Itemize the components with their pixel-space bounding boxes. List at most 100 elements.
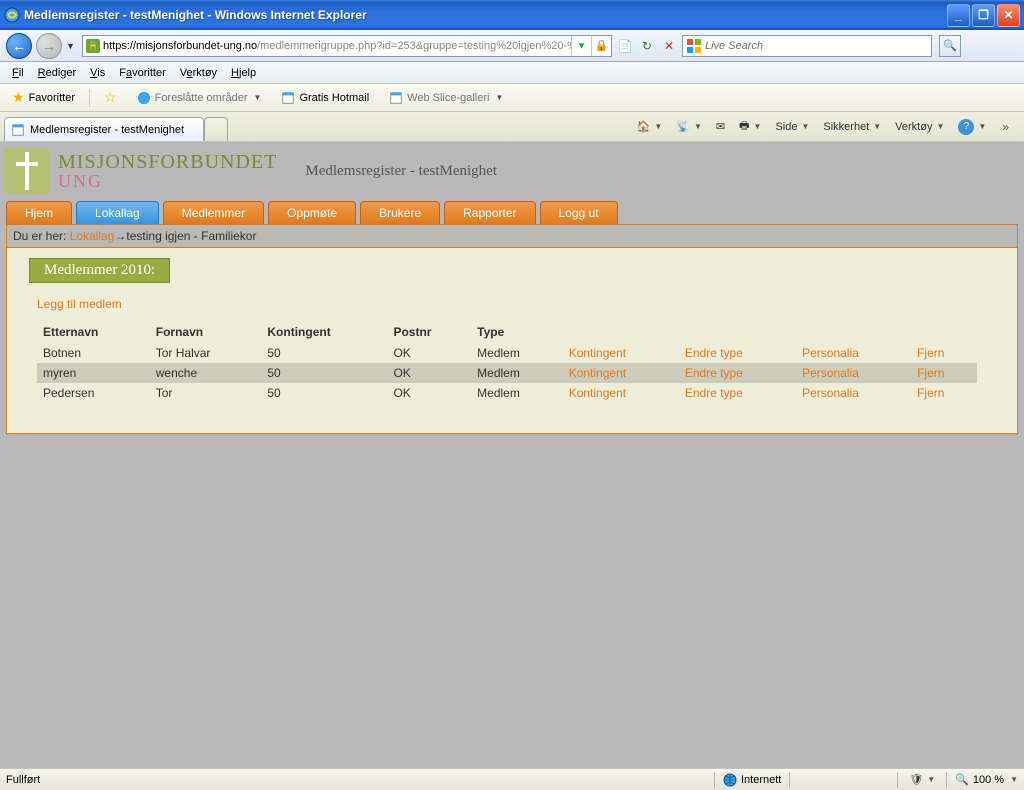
print-button[interactable]: 🖶▼ <box>736 115 764 138</box>
security-zone[interactable]: Internett <box>723 773 781 787</box>
search-go-button[interactable]: 🔍 <box>939 35 961 57</box>
webslice-label: Web Slice-galleri <box>407 92 489 104</box>
cell-etternavn: myren <box>37 363 150 383</box>
link-fjern[interactable]: Fjern <box>917 366 944 380</box>
site-header: MISJONSFORBUNDET UNG Medlemsregister - t… <box>0 142 1024 200</box>
refresh-button[interactable]: ↻ <box>638 37 656 55</box>
page-menu[interactable]: Side▼ <box>772 119 812 135</box>
minimize-button[interactable]: _ <box>947 4 970 27</box>
cell-fornavn: wenche <box>150 363 262 383</box>
page-icon <box>389 91 403 105</box>
cell-etternavn: Botnen <box>37 343 150 363</box>
page-icon <box>11 123 25 137</box>
breadcrumb-link[interactable]: Lokallag <box>70 229 115 243</box>
window-titlebar: Medlemsregister - testMenighet - Windows… <box>0 0 1024 30</box>
members-table: Etternavn Fornavn Kontingent Postnr Type… <box>37 321 977 403</box>
link-kontingent[interactable]: Kontingent <box>569 346 626 360</box>
close-button[interactable]: ✕ <box>997 4 1020 27</box>
link-personalia[interactable]: Personalia <box>802 346 859 360</box>
link-kontingent[interactable]: Kontingent <box>569 386 626 400</box>
cell-fornavn: Tor Halvar <box>150 343 262 363</box>
menu-help[interactable]: Hjelp <box>225 65 262 81</box>
safety-menu-label: Sikkerhet <box>823 121 869 133</box>
cell-postnr: OK <box>387 383 471 403</box>
addr-scheme: https://misjonsforbundet-ung.no <box>103 40 257 52</box>
feeds-button[interactable]: 📡▼ <box>673 118 705 135</box>
link-fjern[interactable]: Fjern <box>917 386 944 400</box>
menu-tools[interactable]: Verktøy <box>174 65 223 81</box>
ssl-padlock-icon[interactable]: 🔒 <box>591 36 611 56</box>
add-member-link[interactable]: Legg til medlem <box>37 297 1017 311</box>
link-endre-type[interactable]: Endre type <box>685 366 743 380</box>
link-endre-type[interactable]: Endre type <box>685 346 743 360</box>
logo-text: MISJONSFORBUNDET UNG <box>58 152 277 190</box>
zoom-control[interactable]: 🔍 100 % ▼ <box>955 773 1018 786</box>
command-bar: 🏠▼ 📡▼ ✉ 🖶▼ Side▼ Sikkerhet▼ Verktøy▼ ?▼ … <box>634 115 1020 138</box>
tools-menu[interactable]: Verktøy▼ <box>892 119 947 135</box>
page-menu-label: Side <box>775 121 797 133</box>
th-etternavn: Etternavn <box>37 321 150 343</box>
navtab-lokallag[interactable]: Lokallag <box>76 201 159 224</box>
search-bar[interactable] <box>682 35 932 57</box>
cell-etternavn: Pedersen <box>37 383 150 403</box>
navtab-loggut[interactable]: Logg ut <box>540 201 618 224</box>
webslice-link[interactable]: Web Slice-galleri▼ <box>383 89 509 107</box>
expand-button[interactable]: » <box>997 118 1012 136</box>
link-kontingent[interactable]: Kontingent <box>569 366 626 380</box>
navtab-oppmote[interactable]: Oppmøte <box>268 201 356 224</box>
stop-button[interactable]: ✕ <box>660 37 678 55</box>
link-fjern[interactable]: Fjern <box>917 346 944 360</box>
address-dropdown[interactable]: ▾ <box>571 36 591 56</box>
mail-button[interactable]: ✉ <box>713 118 728 135</box>
status-bar: Fullført Internett 🛡▼ 🔍 100 % ▼ <box>0 768 1024 790</box>
table-row: PedersenTor50OKMedlemKontingentEndre typ… <box>37 383 977 403</box>
window-title: Medlemsregister - testMenighet - Windows… <box>24 8 947 22</box>
help-button[interactable]: ?▼ <box>955 117 989 137</box>
link-endre-type[interactable]: Endre type <box>685 386 743 400</box>
ie-small-icon <box>137 91 151 105</box>
safety-menu[interactable]: Sikkerhet▼ <box>820 119 884 135</box>
menu-file[interactable]: Fil <box>6 65 30 81</box>
table-row: BotnenTor Halvar50OKMedlemKontingentEndr… <box>37 343 977 363</box>
address-input[interactable] <box>257 40 571 52</box>
menu-view[interactable]: Vis <box>84 65 111 81</box>
protected-mode-icon[interactable]: 🛡▼ <box>906 771 938 788</box>
ie-icon <box>4 7 20 23</box>
logo-line2: UNG <box>58 172 277 190</box>
new-tab-button[interactable] <box>204 117 228 141</box>
restore-button[interactable]: ❐ <box>972 4 995 27</box>
forward-button[interactable]: → <box>36 33 62 59</box>
link-personalia[interactable]: Personalia <box>802 386 859 400</box>
star-icon: ★ <box>12 89 25 106</box>
zoom-icon: 🔍 <box>955 773 969 786</box>
page-title: Medlemsregister - testMenighet <box>305 163 497 180</box>
breadcrumb: Du er her: Lokallag→testing igjen - Fami… <box>6 224 1018 248</box>
globe-icon <box>723 773 737 787</box>
compat-view-icon[interactable]: 📄 <box>616 37 634 55</box>
address-bar[interactable]: 🔒 https://misjonsforbundet-ung.no ▾ 🔒 <box>82 35 612 57</box>
navtab-brukere[interactable]: Brukere <box>360 201 440 224</box>
navtab-medlemmer[interactable]: Medlemmer <box>163 201 264 224</box>
cell-kontingent: 50 <box>261 343 387 363</box>
bing-icon <box>686 38 702 54</box>
search-input[interactable] <box>705 40 931 52</box>
browser-tab[interactable]: Medlemsregister - testMenighet <box>4 117 204 141</box>
back-button[interactable]: ← <box>6 33 32 59</box>
link-personalia[interactable]: Personalia <box>802 366 859 380</box>
cell-kontingent: 50 <box>261 363 387 383</box>
add-favorite-button[interactable]: ☆ <box>98 87 123 108</box>
menu-favorites[interactable]: Favoritter <box>113 65 171 81</box>
menu-edit[interactable]: Rediger <box>32 65 83 81</box>
suggested-sites-link[interactable]: Foreslåtte områder▼ <box>131 89 268 107</box>
hotmail-link[interactable]: Gratis Hotmail <box>275 89 375 107</box>
nav-history-dropdown[interactable]: ▼ <box>66 41 78 51</box>
favorites-button[interactable]: ★ Favoritter <box>6 87 81 108</box>
navtab-rapporter[interactable]: Rapporter <box>444 201 535 224</box>
navtab-hjem[interactable]: Hjem <box>6 201 72 224</box>
th-postnr: Postnr <box>387 321 471 343</box>
cell-postnr: OK <box>387 343 471 363</box>
home-button[interactable]: 🏠▼ <box>634 118 666 135</box>
site-nav: Hjem Lokallag Medlemmer Oppmøte Brukere … <box>0 201 1024 224</box>
tab-title: Medlemsregister - testMenighet <box>30 124 184 136</box>
favorites-label: Favoritter <box>29 92 75 104</box>
